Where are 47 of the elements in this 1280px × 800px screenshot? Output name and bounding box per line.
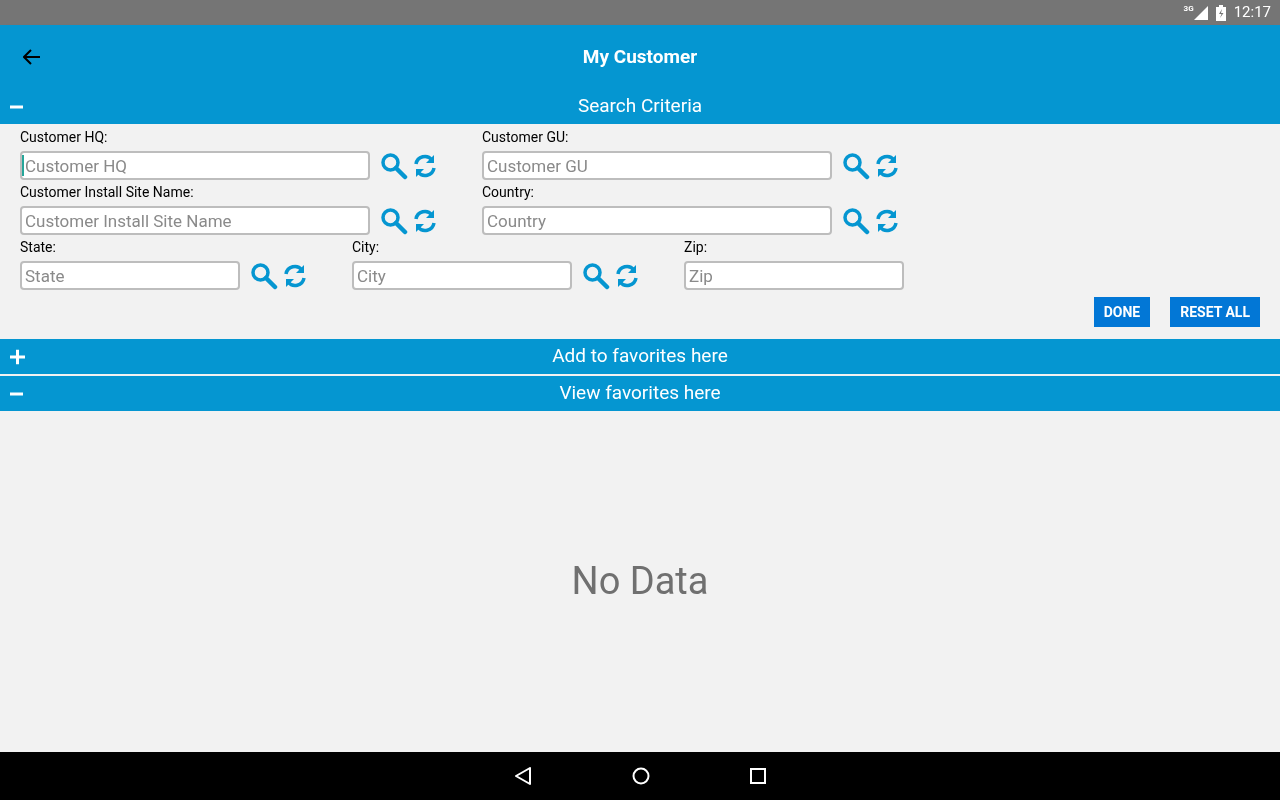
- battery-icon: [1215, 4, 1226, 21]
- section-title: View favorites here: [559, 380, 721, 407]
- text-input[interactable]: Customer Install Site Name: [20, 206, 370, 235]
- back-arrow-icon[interactable]: [23, 49, 41, 65]
- app-title: My Customer: [582, 43, 698, 70]
- action-button[interactable]: DONE: [1093, 297, 1151, 327]
- text-input[interactable]: City: [352, 261, 572, 290]
- text-input[interactable]: State: [20, 261, 240, 290]
- field-label: City:: [352, 238, 381, 257]
- search-icon[interactable]: [842, 151, 870, 180]
- section-header[interactable]: View favorites here: [0, 376, 1280, 411]
- section-title: Add to favorites here: [552, 343, 728, 370]
- signal-icon: [1193, 5, 1208, 20]
- search-icon[interactable]: [582, 261, 610, 290]
- field-label: Customer GU:: [482, 128, 570, 147]
- empty-message: No Data: [571, 558, 709, 605]
- collapse-icon[interactable]: [10, 392, 23, 395]
- search-icon[interactable]: [250, 261, 278, 290]
- refresh-icon[interactable]: [874, 207, 900, 234]
- refresh-icon[interactable]: [614, 262, 640, 289]
- field-label: Zip:: [684, 238, 709, 257]
- search-icon[interactable]: [380, 151, 408, 180]
- field-label: State:: [20, 238, 57, 257]
- clock-text: 12:17: [1233, 2, 1271, 24]
- refresh-icon[interactable]: [412, 207, 438, 234]
- refresh-icon[interactable]: [412, 152, 438, 179]
- text-input[interactable]: Country: [482, 206, 832, 235]
- search-icon[interactable]: [842, 206, 870, 235]
- text-input[interactable]: Customer GU: [482, 151, 832, 180]
- search-icon[interactable]: [380, 206, 408, 235]
- collapse-icon[interactable]: [10, 105, 23, 108]
- refresh-icon[interactable]: [874, 152, 900, 179]
- section-header[interactable]: Add to favorites here: [0, 339, 1280, 374]
- refresh-icon[interactable]: [282, 262, 308, 289]
- text-input[interactable]: Zip: [684, 261, 904, 290]
- recents-icon[interactable]: [750, 768, 766, 784]
- section-title: Search Criteria: [577, 93, 703, 120]
- section-header[interactable]: Search Criteria: [0, 89, 1280, 124]
- field-label: Country:: [482, 183, 535, 202]
- action-button[interactable]: RESET ALL: [1170, 297, 1260, 327]
- text-input[interactable]: Customer HQ: [20, 151, 370, 180]
- network-label: 3G: [1183, 5, 1194, 13]
- back-icon[interactable]: [514, 767, 532, 785]
- field-label: Customer HQ:: [20, 128, 109, 147]
- expand-icon[interactable]: [10, 349, 25, 364]
- field-label: Customer Install Site Name:: [20, 183, 195, 202]
- home-icon[interactable]: [632, 767, 650, 785]
